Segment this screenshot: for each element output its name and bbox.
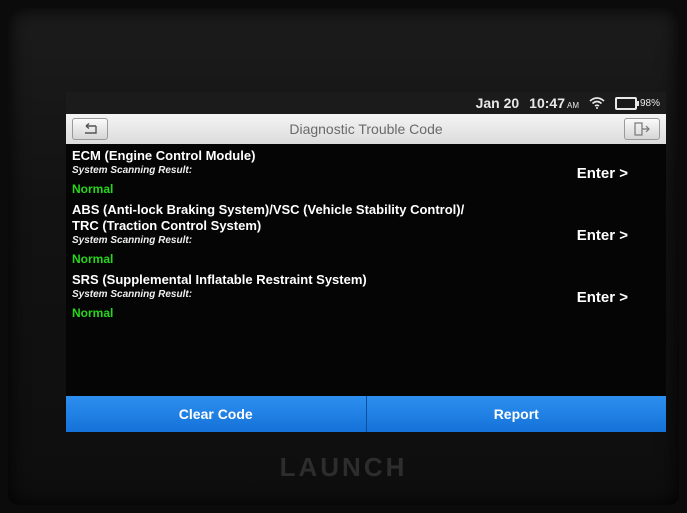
status-bar: Jan 20 10:47 AM 98% (66, 92, 666, 114)
scan-result-label: System Scanning Result: (72, 289, 193, 300)
status-ampm: AM (566, 101, 579, 110)
exit-icon (634, 122, 650, 136)
system-entry-ecm: ECM (Engine Control Module) System Scann… (72, 148, 660, 198)
scan-result-value: Normal (72, 182, 114, 196)
system-name-line2: TRC (Traction Control System) (72, 218, 262, 233)
system-entry-abs: ABS (Anti-lock Braking System)/VSC (Vehi… (72, 202, 660, 268)
system-list: ECM (Engine Control Module) System Scann… (66, 144, 666, 322)
enter-button-srs[interactable]: Enter > (577, 289, 628, 306)
status-date: Jan 20 (475, 95, 520, 111)
status-time-group: 10:47 AM (529, 95, 579, 111)
page-title: Diagnostic Trouble Code (289, 121, 443, 137)
back-arrow-icon (85, 123, 97, 134)
scan-result-value: Normal (72, 252, 114, 266)
wifi-icon (589, 97, 605, 109)
scan-result-label: System Scanning Result: (72, 235, 193, 246)
action-bar: Clear Code Report (66, 396, 666, 432)
status-time: 10:47 (529, 95, 565, 111)
enter-button-ecm[interactable]: Enter > (577, 165, 628, 182)
system-name: ECM (Engine Control Module) (72, 148, 256, 163)
device-brand-logo: LAUNCH (279, 452, 408, 482)
scan-result-value: Normal (72, 306, 114, 320)
clear-code-button[interactable]: Clear Code (66, 396, 366, 432)
battery-level: 98% (639, 97, 660, 109)
system-name: SRS (Supplemental Inflatable Restraint S… (72, 272, 367, 287)
back-button[interactable] (72, 118, 108, 140)
title-bar: Diagnostic Trouble Code (66, 114, 666, 144)
system-name: ABS (Anti-lock Braking System)/VSC (Vehi… (72, 202, 465, 217)
exit-button[interactable] (624, 118, 660, 140)
battery-icon (614, 96, 639, 110)
battery-indicator: 98% (614, 96, 660, 110)
device-screen: Jan 20 10:47 AM 98% Diagnostic Trouble C… (66, 92, 666, 432)
scan-result-label: System Scanning Result: (72, 165, 193, 176)
system-entry-srs: SRS (Supplemental Inflatable Restraint S… (72, 272, 660, 322)
report-button[interactable]: Report (365, 396, 667, 432)
enter-button-abs[interactable]: Enter > (577, 227, 628, 244)
